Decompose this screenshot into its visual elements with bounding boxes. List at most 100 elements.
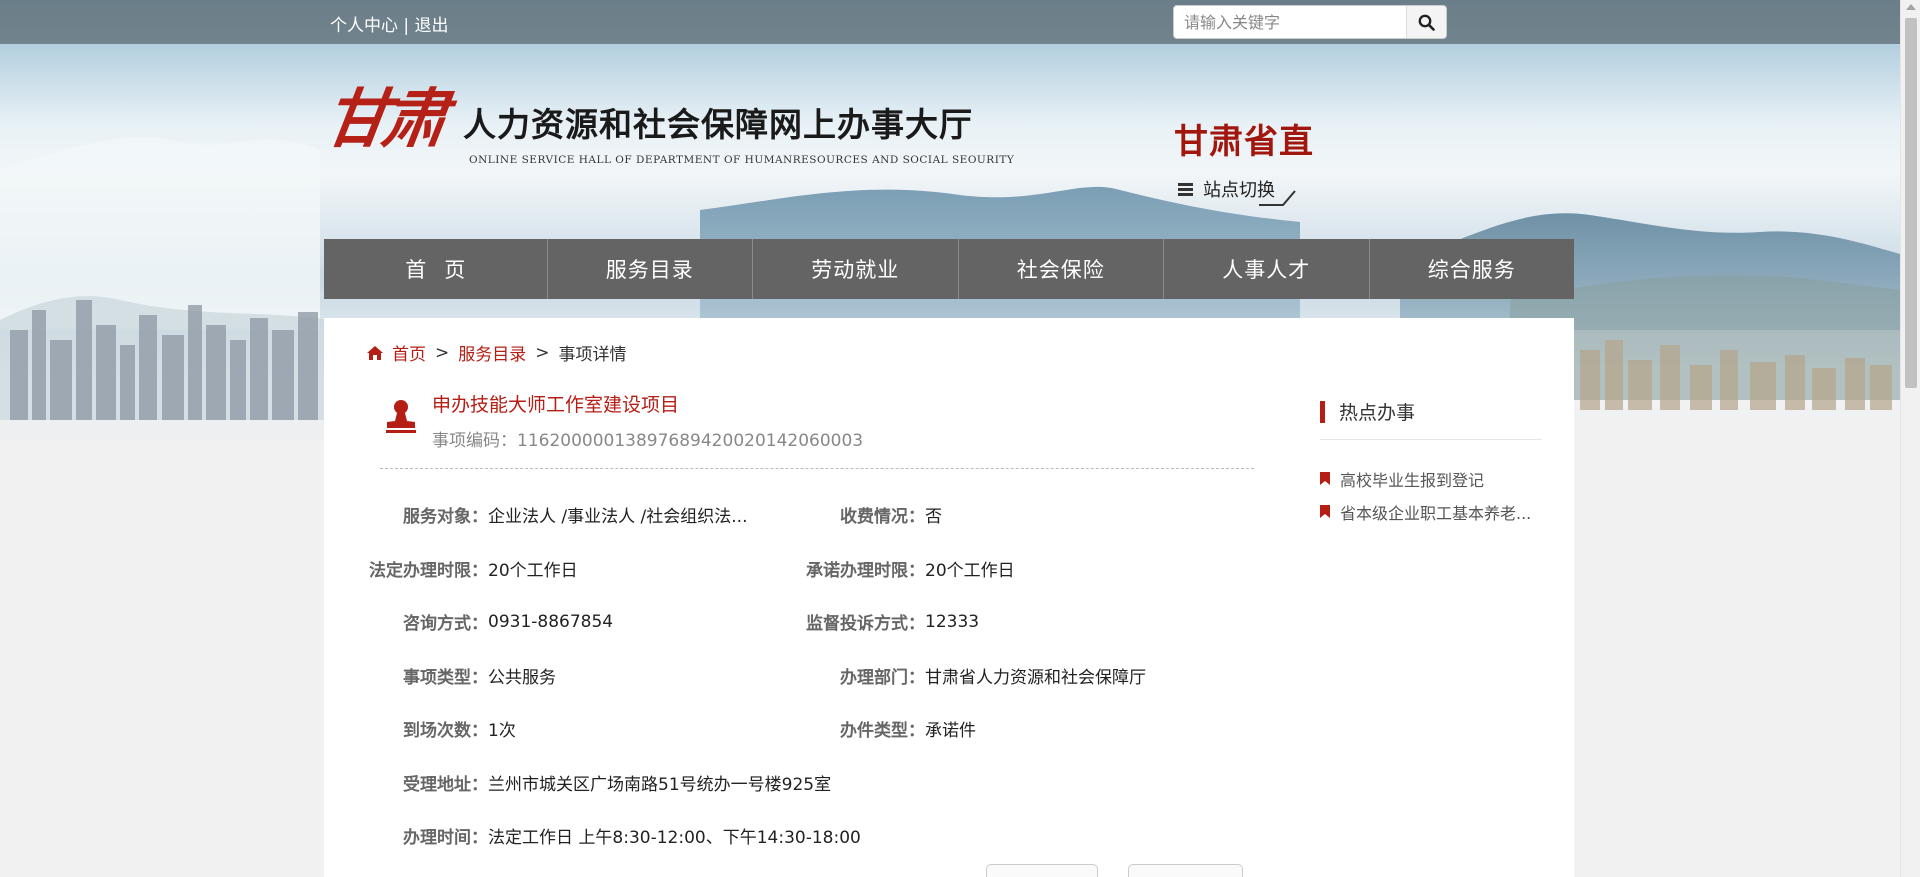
detail-row: 服务对象： 企业法人 /事业法人 /社会组织法... 收费情况： 否	[364, 488, 1146, 542]
user-links-separator: |	[403, 16, 410, 36]
view-guide-button[interactable]: 查看指南	[986, 864, 1098, 877]
nav-item-service-catalog[interactable]: 服务目录	[548, 239, 753, 299]
detail-cell: 承诺办理时限： 20个工作日	[801, 556, 1015, 581]
detail-cell: 受理地址： 兰州市城关区广场南路51号统办一号楼925室	[364, 770, 831, 795]
nav-item-employment[interactable]: 劳动就业	[753, 239, 959, 299]
hot-services-list: 高校毕业生报到登记 省本级企业职工基本养老...	[1320, 462, 1542, 528]
detail-cell: 法定办理时限： 20个工作日	[364, 556, 801, 581]
item-info: 申办技能大师工作室建设项目 事项编码：116200000138976894200…	[432, 390, 863, 451]
visits-value: 1次	[488, 721, 516, 742]
search-input[interactable]	[1174, 6, 1406, 38]
item-code-label: 事项编码：	[432, 431, 517, 451]
case-type-label: 办件类型：	[840, 721, 925, 742]
home-icon	[367, 345, 383, 360]
address-label: 受理地址：	[403, 774, 488, 795]
hot-service-label: 高校毕业生报到登记	[1340, 470, 1485, 490]
item-title: 申办技能大师工作室建设项目	[432, 394, 680, 416]
promised-time-label: 承诺办理时限：	[806, 560, 925, 581]
detail-row: 法定办理时限： 20个工作日 承诺办理时限： 20个工作日	[364, 542, 1146, 596]
user-links: 个人中心 | 退出	[330, 11, 449, 36]
complaint-value: 12333	[925, 611, 980, 632]
detail-row: 事项类型： 公共服务 办理部门： 甘肃省人力资源和社会保障厅	[364, 649, 1146, 703]
page-scrollbar[interactable]	[1900, 0, 1920, 877]
header-divider	[380, 468, 1254, 469]
item-header: 申办技能大师工作室建设项目 事项编码：116200000138976894200…	[384, 390, 863, 451]
detail-row: 到场次数： 1次 办件类型： 承诺件	[364, 702, 1146, 756]
site-title: 人力资源和社会保障网上办事大厅	[463, 105, 973, 144]
promised-time-value: 20个工作日	[925, 560, 1015, 581]
bookmark-icon	[1320, 505, 1330, 518]
service-target-value: 企业法人 /事业法人 /社会组织法...	[488, 507, 748, 528]
search-icon	[1418, 14, 1435, 31]
site-logo[interactable]: 甘肃 人力资源和社会保障网上办事大厅 ONLINE SERVICE HALL O…	[320, 82, 1014, 166]
fee-value: 否	[925, 507, 942, 528]
main-nav: 首页 服务目录 劳动就业 社会保险 人事人才 综合服务	[324, 239, 1574, 299]
nav-item-social-insurance[interactable]: 社会保险	[959, 239, 1164, 299]
complaint-label: 监督投诉方式：	[806, 614, 925, 635]
consult-value: 0931-8867854	[488, 611, 614, 632]
region-name: 甘肃省直	[1174, 122, 1314, 162]
consult-label: 咨询方式：	[403, 614, 488, 635]
hot-services-header: 热点办事	[1320, 398, 1542, 440]
item-code-row: 事项编码：11620000013897689420020142060003	[432, 426, 863, 451]
item-type-value: 公共服务	[488, 667, 556, 688]
case-type-value: 承诺件	[925, 721, 976, 742]
logo-text: 人力资源和社会保障网上办事大厅 ONLINE SERVICE HALL OF D…	[463, 98, 1014, 166]
menu-icon	[1178, 182, 1193, 196]
hot-services-panel: 热点办事 高校毕业生报到登记 省本级企业职工基本养老...	[1320, 398, 1542, 528]
legal-time-value: 20个工作日	[488, 560, 578, 581]
breadcrumb: 首页 > 服务目录 > 事项详情	[366, 340, 627, 365]
detail-cell: 咨询方式： 0931-8867854	[364, 609, 801, 635]
legal-time-label: 法定办理时限：	[369, 560, 488, 581]
hours-value: 法定工作日 上午8:30-12:00、下午14:30-18:00	[488, 828, 861, 849]
search-button[interactable]	[1406, 6, 1446, 38]
breadcrumb-home-link[interactable]: 首页	[392, 340, 426, 365]
top-bar: 个人中心 | 退出	[0, 0, 1900, 44]
detail-cell: 事项类型： 公共服务	[364, 663, 801, 688]
detail-row: 受理地址： 兰州市城关区广场南路51号统办一号楼925室	[364, 756, 1146, 810]
hours-label: 办理时间：	[403, 828, 488, 849]
hot-services-title: 热点办事	[1339, 402, 1416, 424]
scrollbar-thumb[interactable]	[1905, 18, 1917, 388]
region-block: 甘肃省直 站点切换	[1174, 114, 1314, 207]
action-buttons: 查看指南 在线办理	[986, 864, 1273, 877]
main-panel: 首页 > 服务目录 > 事项详情 申办技能大师工作室建设项目 事项编码：1162…	[324, 318, 1574, 877]
detail-cell: 办件类型： 承诺件	[801, 716, 976, 741]
breadcrumb-catalog-link[interactable]: 服务目录	[458, 340, 526, 365]
hot-accent-bar	[1320, 400, 1325, 423]
site-subtitle: ONLINE SERVICE HALL OF DEPARTMENT OF HUM…	[469, 154, 1015, 166]
detail-cell: 办理部门： 甘肃省人力资源和社会保障厅	[801, 663, 1146, 688]
detail-cell: 收费情况： 否	[801, 502, 942, 527]
personal-center-link[interactable]: 个人中心	[330, 16, 398, 36]
department-value: 甘肃省人力资源和社会保障厅	[925, 667, 1146, 688]
detail-row: 办理时间： 法定工作日 上午8:30-12:00、下午14:30-18:00	[364, 809, 1146, 863]
hot-service-item[interactable]: 高校毕业生报到登记	[1320, 462, 1542, 495]
apply-online-button[interactable]: 在线办理	[1128, 864, 1243, 877]
breadcrumb-separator: >	[435, 342, 450, 363]
breadcrumb-separator: >	[535, 342, 550, 363]
department-label: 办理部门：	[840, 667, 925, 688]
scroll-up-arrow-icon[interactable]	[1906, 4, 1916, 10]
visits-label: 到场次数：	[403, 721, 488, 742]
detail-row: 咨询方式： 0931-8867854 监督投诉方式： 12333	[364, 595, 1146, 649]
fee-label: 收费情况：	[840, 507, 925, 528]
nav-item-personnel[interactable]: 人事人才	[1164, 239, 1370, 299]
service-target-label: 服务对象：	[403, 507, 488, 528]
item-type-label: 事项类型：	[403, 667, 488, 688]
hot-service-label: 省本级企业职工基本养老...	[1340, 503, 1532, 523]
detail-cell: 到场次数： 1次	[364, 716, 801, 741]
item-code: 11620000013897689420020142060003	[517, 431, 864, 451]
nav-item-general-services[interactable]: 综合服务	[1370, 239, 1575, 299]
logout-link[interactable]: 退出	[415, 16, 449, 36]
search-box	[1173, 5, 1447, 39]
switch-underline-icon	[1259, 190, 1296, 206]
breadcrumb-current: 事项详情	[558, 345, 627, 365]
user-stamp-icon	[386, 400, 416, 433]
item-details: 服务对象： 企业法人 /事业法人 /社会组织法... 收费情况： 否 法定办理时…	[364, 488, 1146, 863]
detail-cell: 服务对象： 企业法人 /事业法人 /社会组织法...	[364, 502, 801, 527]
site-switch-button[interactable]: 站点切换	[1174, 171, 1314, 207]
gansu-calligraphy-logo: 甘肃	[319, 82, 447, 157]
nav-item-home[interactable]: 首页	[324, 239, 548, 299]
hot-service-item[interactable]: 省本级企业职工基本养老...	[1320, 495, 1542, 528]
bookmark-icon	[1320, 472, 1330, 485]
